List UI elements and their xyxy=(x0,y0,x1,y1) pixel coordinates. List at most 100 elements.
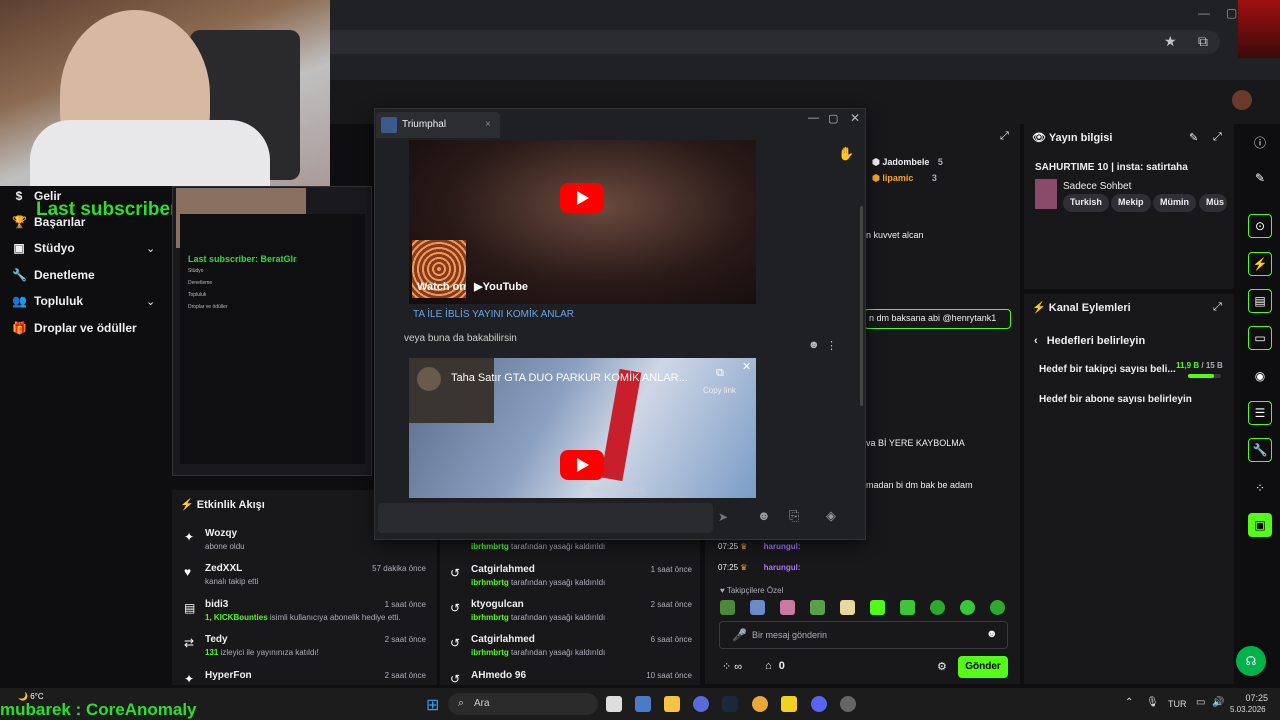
document-icon[interactable]: ▤ xyxy=(1248,289,1272,313)
tray-expand-icon[interactable]: ⌃ xyxy=(1125,697,1133,708)
emoji-icon[interactable]: ☻ xyxy=(757,508,771,523)
emote[interactable] xyxy=(810,600,825,615)
sticky-notes-icon[interactable] xyxy=(781,696,797,712)
close-icon[interactable]: ✕ xyxy=(850,111,860,125)
community-icon: 👥 xyxy=(12,294,27,308)
task-view-icon[interactable] xyxy=(606,696,622,712)
list-item[interactable]: ↺ ktyogulcan ibrhmbrtg tarafından yasağı k… xyxy=(446,599,696,633)
back-button[interactable]: ‹ Hedefleri belirleyin xyxy=(1034,335,1145,347)
taskbar-search[interactable]: ⌕ Ara xyxy=(448,693,598,715)
preview-nav-item: Denetleme xyxy=(188,280,213,286)
network-icon[interactable]: ▭ xyxy=(1196,697,1205,708)
microphone-icon[interactable]: 🎙 xyxy=(1146,697,1159,708)
more-options-icon[interactable]: ⋮ xyxy=(826,339,837,352)
list-item[interactable]: ▤ bidi3 1, KICKBounties isimli kullanıcıya… xyxy=(180,599,430,633)
avatar[interactable] xyxy=(1232,90,1252,110)
goal-followers[interactable]: Hedef bir takipçi sayısı beli... xyxy=(1039,364,1176,375)
preview-last-subscriber: Last subscriber: BeratGlr xyxy=(188,254,297,264)
chat-icon[interactable]: ▭ xyxy=(1248,326,1272,350)
minimize-icon[interactable]: — xyxy=(808,112,819,124)
windows-start-icon[interactable]: ⊞ xyxy=(426,695,439,715)
steam-icon[interactable] xyxy=(722,696,738,712)
send-button[interactable]: Gönder xyxy=(958,656,1008,678)
info-icon[interactable]: ⓘ xyxy=(1248,130,1272,154)
app-icon[interactable]: ▣ xyxy=(1248,513,1272,537)
attach-icon[interactable]: ⎘ xyxy=(789,508,799,524)
emoji-icon[interactable]: ☻ xyxy=(808,339,820,351)
wrench-icon[interactable]: 🔧 xyxy=(1248,438,1272,462)
address-bar[interactable] xyxy=(300,30,1220,54)
popout-icon[interactable]: ⤢ xyxy=(1213,301,1222,314)
sidebar-item-studyo[interactable]: ▣ Stüdyo xyxy=(12,238,74,258)
list-item[interactable]: ↺ Catgirlahmed ibrhmbrtg tarafından yasağı… xyxy=(446,634,696,668)
date: 5.03.2026 xyxy=(1230,705,1266,714)
community-icon[interactable]: ⁘ xyxy=(1248,476,1272,500)
star-icon[interactable]: ★ xyxy=(1164,33,1177,50)
message-input[interactable] xyxy=(378,503,713,533)
chevron-down-icon[interactable]: ⌄ xyxy=(146,295,155,308)
copy-icon[interactable]: ⧉ xyxy=(716,367,724,380)
sidebar-item-topluluk[interactable]: 👥 Topluluk xyxy=(12,291,83,311)
play-button[interactable] xyxy=(560,450,604,480)
sticker-icon[interactable]: ◈ xyxy=(826,508,836,524)
broadcast-icon[interactable]: ◉ xyxy=(1248,364,1272,388)
volume-icon[interactable]: 🔊 xyxy=(1212,697,1224,708)
pencil-icon[interactable]: ✎ xyxy=(1189,131,1198,144)
emote[interactable] xyxy=(870,600,885,615)
sidebar-item-droplar[interactable]: 🎁 Droplar ve ödüller xyxy=(12,318,137,338)
copy-link-label[interactable]: Copy link xyxy=(703,386,736,395)
list-item[interactable]: ↺ Catgirlahmed ibrhmbrtg tarafından yasağı… xyxy=(446,564,696,598)
discord-icon[interactable] xyxy=(811,696,827,712)
maximize-icon[interactable]: ▢ xyxy=(828,112,838,125)
minimize-icon[interactable]: — xyxy=(1198,6,1210,20)
emote[interactable] xyxy=(990,600,1005,615)
calculator-icon[interactable] xyxy=(635,696,651,712)
maximize-icon[interactable]: ▢ xyxy=(1226,6,1237,20)
popout-icon[interactable]: ⤢ xyxy=(1213,131,1222,144)
watch-on-label[interactable]: Watch on ▶YouTube xyxy=(417,280,528,293)
chevron-down-icon[interactable]: ⌄ xyxy=(146,242,155,255)
app-icon[interactable] xyxy=(693,696,709,712)
bolt-icon[interactable]: ⚡ xyxy=(1248,252,1272,276)
pencil-icon[interactable]: ✎ xyxy=(1248,166,1272,190)
close-tab-icon[interactable]: × xyxy=(485,119,491,130)
emote[interactable] xyxy=(930,600,945,615)
goal-subscribers[interactable]: Hedef bir abone sayısı belirleyin xyxy=(1039,394,1192,405)
emote[interactable] xyxy=(750,600,765,615)
goal-progress-text: 11,9 B / 15 B xyxy=(1176,361,1223,370)
close-icon[interactable]: ✕ xyxy=(742,360,751,373)
gear-icon[interactable]: ⚙ xyxy=(937,660,947,673)
list-item[interactable]: ♥ ZedXXL kanalı takip etti 57 dakika önce xyxy=(180,563,430,597)
sidebar-item-denetleme[interactable]: 🔧 Denetleme xyxy=(12,265,95,285)
list-item[interactable]: ⇄ Tedy 131 izleyici ile yayınınıza katıldı… xyxy=(180,634,430,668)
puzzle-icon[interactable]: ⧉ xyxy=(1198,33,1208,50)
emote[interactable] xyxy=(720,600,735,615)
clock[interactable]: 07:25 xyxy=(1238,693,1268,703)
video-title[interactable]: Taha Satır GTA DUO PARKUR KOMİK ANLAR... xyxy=(451,372,688,384)
chat-message: 07:25 ♛ harungul: xyxy=(718,563,801,572)
category-name[interactable]: Sadece Sohbet xyxy=(1063,181,1131,192)
emoji-icon[interactable]: ☻ xyxy=(986,628,998,640)
emote[interactable] xyxy=(960,600,975,615)
support-icon[interactable]: ☊ xyxy=(1236,646,1266,676)
chrome-icon[interactable] xyxy=(752,696,768,712)
popout-icon[interactable]: ⤢ xyxy=(1000,130,1009,143)
reaction-icon[interactable]: ✋ xyxy=(838,146,854,162)
emote[interactable] xyxy=(840,600,855,615)
video-caption-link[interactable]: TA İLE İBLİS YAYINI KOMİK ANLAR xyxy=(413,309,574,320)
chat-input[interactable]: 🎤 Bir mesaj gönderin ☻ xyxy=(719,621,1008,649)
store-indicator[interactable]: ⌂ 0 xyxy=(765,660,785,672)
send-icon[interactable]: ➤ xyxy=(718,510,728,524)
emote[interactable] xyxy=(900,600,915,615)
video-facecam xyxy=(409,358,494,423)
points-indicator[interactable]: ⁘ ∞ xyxy=(722,660,742,673)
play-button[interactable] xyxy=(560,183,604,213)
file-explorer-icon[interactable] xyxy=(664,696,680,712)
emote[interactable] xyxy=(780,600,795,615)
target-icon[interactable]: ⊙ xyxy=(1248,214,1272,238)
scroll-to-bottom[interactable]: Scroll to bottom xyxy=(589,485,645,494)
layout-icon[interactable]: ☰ xyxy=(1248,401,1272,425)
language-indicator[interactable]: TUR xyxy=(1168,699,1187,709)
settings-app-icon[interactable] xyxy=(840,696,856,712)
scrollbar[interactable] xyxy=(860,206,863,406)
